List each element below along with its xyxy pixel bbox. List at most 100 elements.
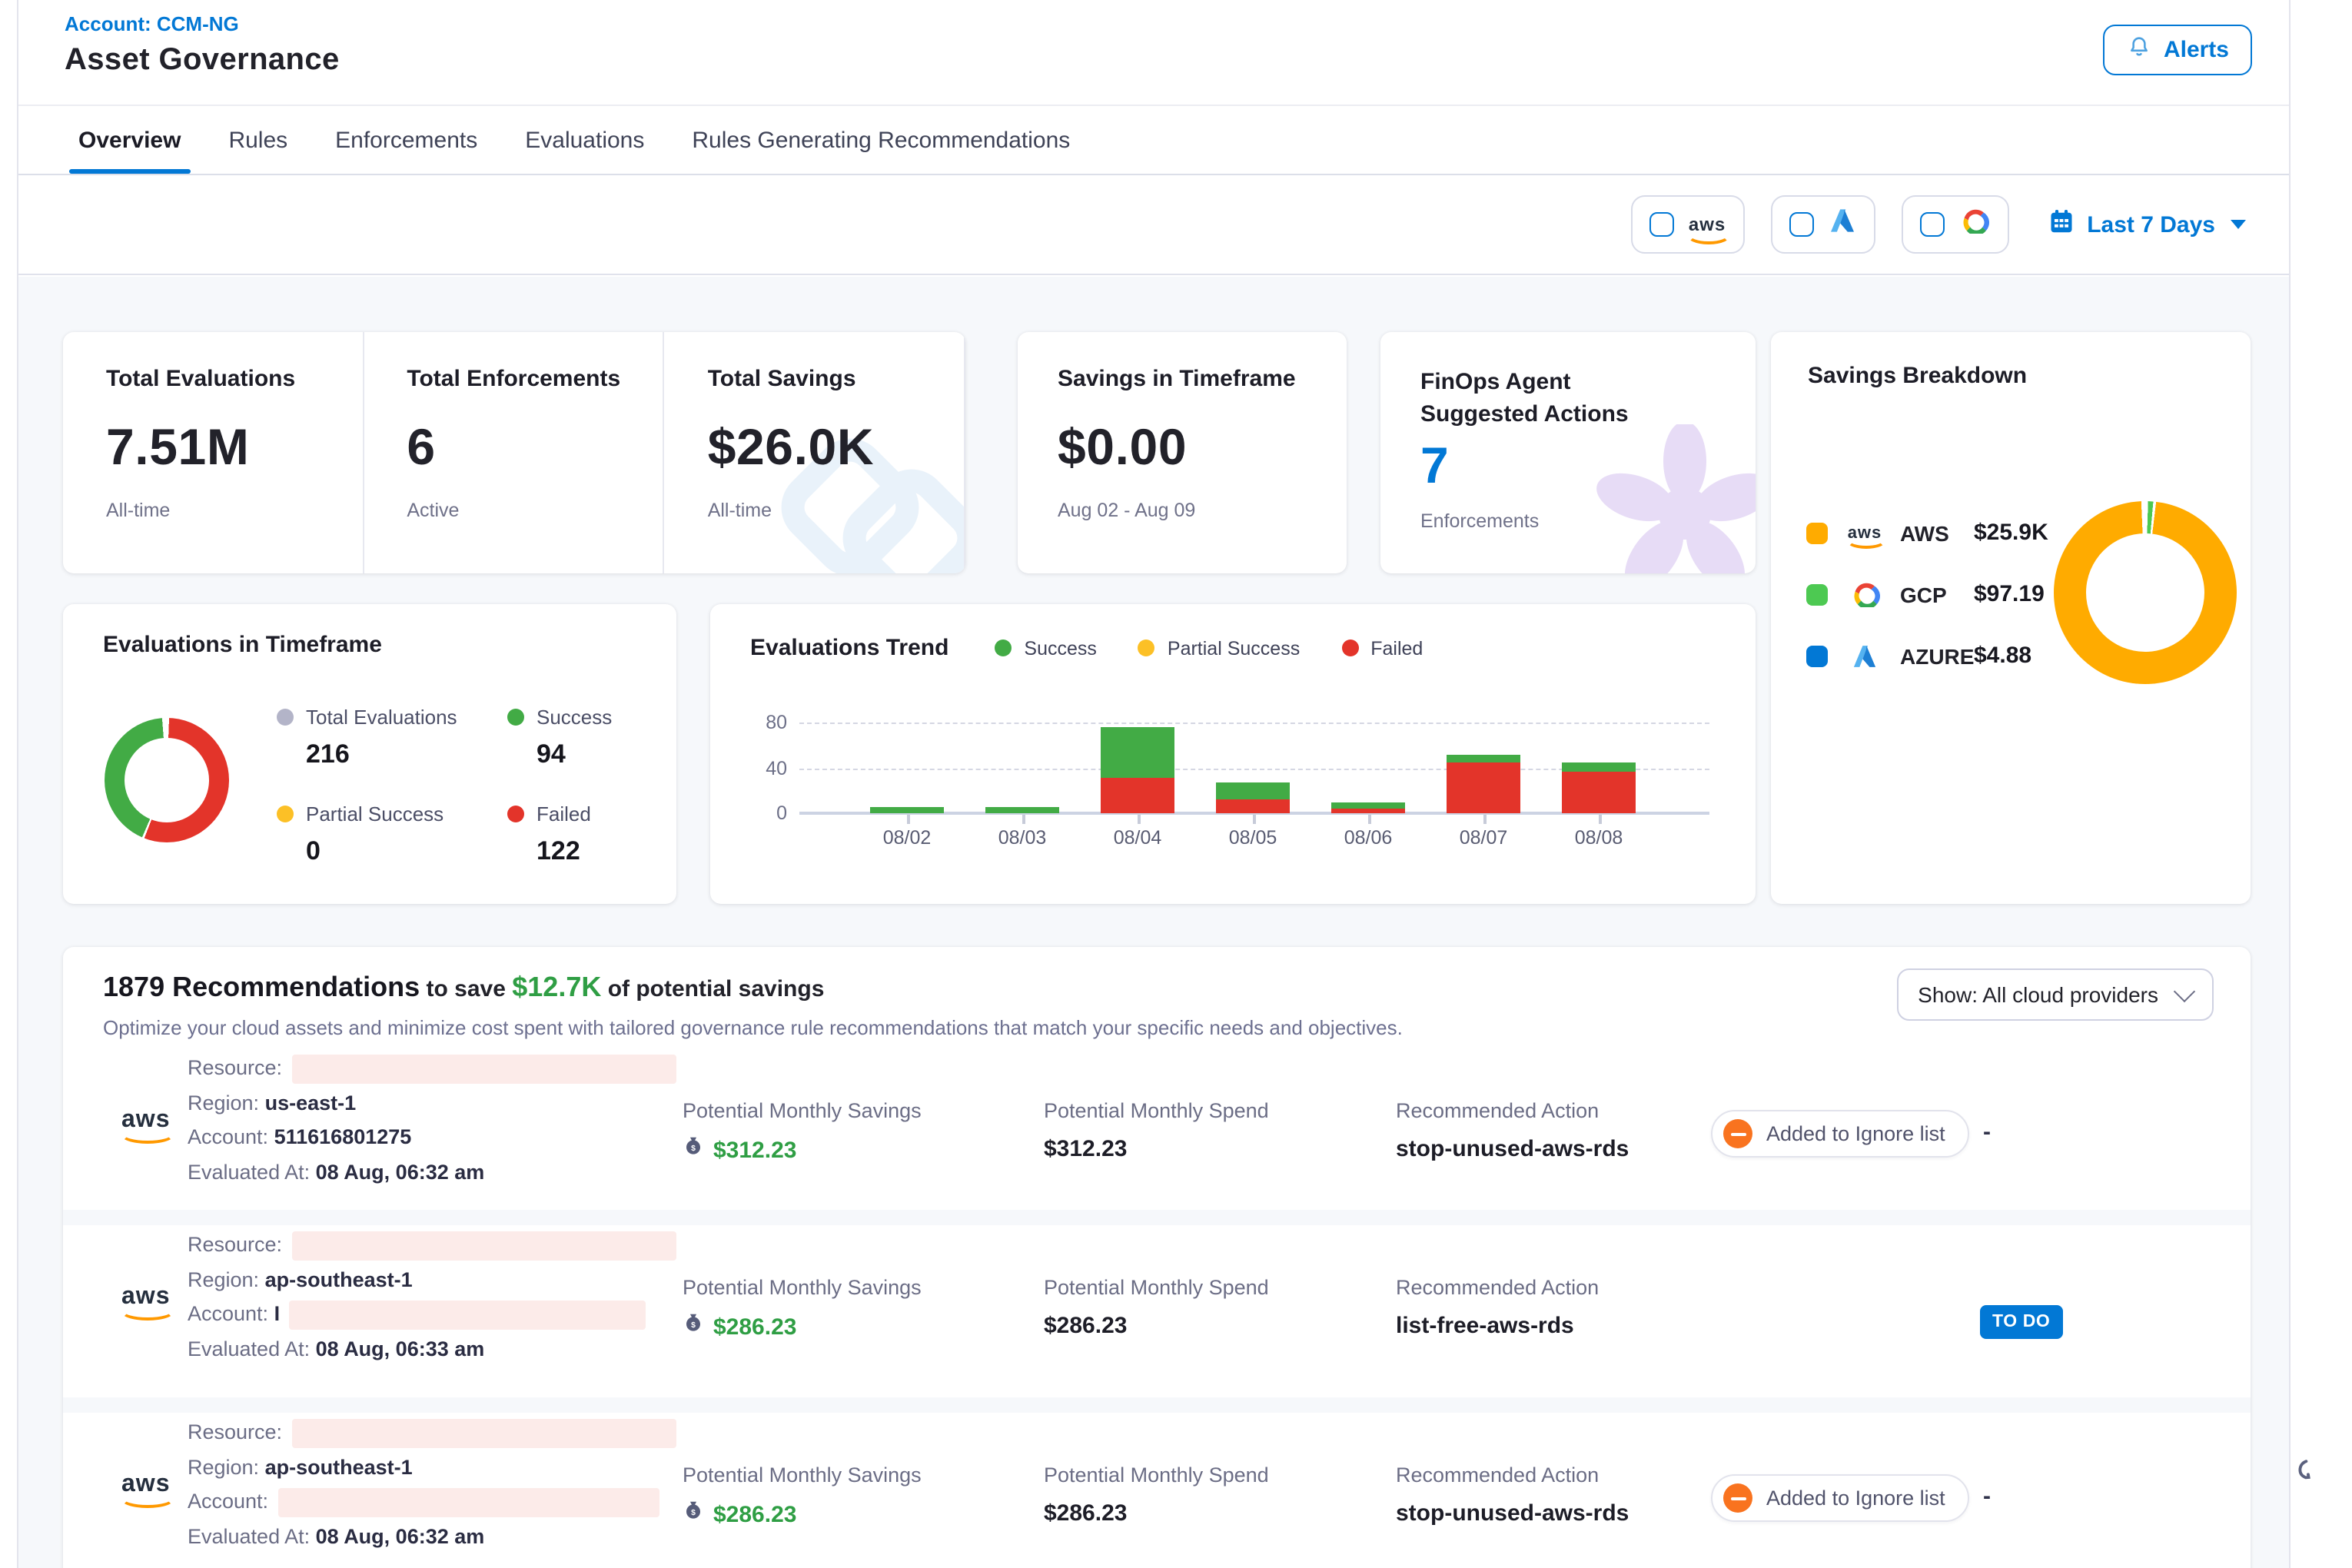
stat-value: $26.0K: [708, 418, 964, 477]
x-tick: [1253, 815, 1255, 824]
legend-value: 122: [537, 836, 707, 867]
x-tick-label: 08/07: [1430, 827, 1537, 849]
cloud-provider-filter-dropdown[interactable]: Show: All cloud providers: [1896, 968, 2214, 1021]
action-value: stop-unused-aws-rds: [1396, 1136, 1629, 1162]
tab-rules-generating-recommendations[interactable]: Rules Generating Recommendations: [692, 106, 1070, 174]
alerts-button-label: Alerts: [2164, 37, 2229, 63]
gcp-color-swatch: [1806, 583, 1828, 605]
provider-filter-azure[interactable]: [1770, 195, 1875, 254]
legend-value: 216: [306, 739, 477, 770]
row-divider: [63, 1210, 2251, 1225]
bar-segment-success: [870, 808, 944, 813]
card-title: Evaluations in Timeframe: [103, 632, 382, 658]
recommendation-row[interactable]: aws Resource: Region: ap-southeast-1 Acc…: [63, 1413, 2251, 1568]
evaluations-trend-card: Evaluations Trend Success Partial Succes…: [710, 604, 1756, 904]
savings-breakdown-donut-chart: [2054, 501, 2237, 684]
account-value: I: [274, 1302, 281, 1325]
azure-checkbox[interactable]: [1789, 212, 1813, 237]
potential-monthly-savings: Potential Monthly Savings $$286.23: [683, 1276, 922, 1342]
evaluated-value: 08 Aug, 06:32 am: [316, 1160, 485, 1183]
resource-details: Resource: Region: ap-southeast-1 Account…: [188, 1416, 676, 1554]
legend-label: GCP: [1900, 582, 1974, 606]
stat-caption: All-time: [708, 500, 964, 521]
azure-color-swatch: [1806, 645, 1828, 666]
partial-edit-icon[interactable]: [2295, 1457, 2320, 1493]
region-value: ap-southeast-1: [265, 1455, 413, 1478]
tab-enforcements[interactable]: Enforcements: [335, 106, 477, 174]
ignore-list-status-pill[interactable]: Added to Ignore list: [1711, 1474, 1970, 1522]
stat-caption: All-time: [106, 500, 362, 521]
potential-monthly-spend: Potential Monthly Spend $286.23: [1044, 1276, 1269, 1339]
legend-item-success: Success 94: [507, 706, 707, 770]
status-label: Added to Ignore list: [1766, 1487, 1945, 1510]
x-tick: [1368, 815, 1370, 824]
stacked-bar: [1447, 754, 1520, 813]
stat-caption: Active: [407, 500, 663, 521]
trend-bar-chart: [799, 723, 1709, 813]
legend-item-partial: Partial Success 0: [277, 802, 477, 867]
gcp-checkbox[interactable]: [1919, 212, 1944, 237]
assignee-placeholder: -: [1983, 1483, 1991, 1510]
date-range-selector[interactable]: Last 7 Days: [2047, 208, 2246, 241]
recommendation-row[interactable]: aws Resource: Region: us-east-1 Account:…: [63, 1048, 2251, 1210]
legend-label: Success: [537, 706, 612, 729]
x-tick-label: 08/03: [968, 827, 1076, 849]
redacted-account: [277, 1488, 659, 1517]
x-tick: [1599, 815, 1601, 824]
aws-checkbox[interactable]: [1650, 212, 1675, 237]
tab-evaluations[interactable]: Evaluations: [525, 106, 644, 174]
dropdown-value: Show: All cloud providers: [1918, 982, 2158, 1007]
stat-total-enforcements: Total Enforcements 6 Active: [364, 332, 664, 573]
evaluations-timeframe-card: Evaluations in Timeframe Total Evaluatio…: [63, 604, 676, 904]
redacted-resource: [291, 1419, 676, 1448]
legend-value: $25.9K: [1974, 520, 2048, 546]
x-tick: [1138, 815, 1140, 824]
account-value: 511616801275: [274, 1125, 412, 1148]
bar-segment-failed: [1447, 762, 1520, 813]
recommended-action: Recommended Action stop-unused-aws-rds: [1396, 1463, 1629, 1526]
legend-value: 94: [537, 739, 707, 770]
legend-item-azure: AZURE $4.88: [1806, 643, 2048, 669]
potential-monthly-spend: Potential Monthly Spend $286.23: [1044, 1463, 1269, 1526]
calendar-icon: [2047, 208, 2075, 241]
evaluations-donut-chart: [105, 718, 229, 842]
potential-monthly-savings: Potential Monthly Savings $$286.23: [683, 1463, 922, 1530]
bar-segment-success: [1562, 762, 1636, 772]
money-bag-icon: $: [683, 1313, 704, 1342]
evaluated-value: 08 Aug, 06:32 am: [316, 1524, 485, 1547]
azure-logo-icon: [1827, 208, 1856, 241]
stat-value: 7.51M: [106, 418, 362, 477]
x-tick-label: 08/06: [1314, 827, 1422, 849]
aws-logo-icon: aws: [121, 1471, 171, 1499]
provider-filter-gcp[interactable]: [1901, 195, 2008, 254]
account-breadcrumb-link[interactable]: Account: CCM-NG: [65, 12, 239, 35]
x-tick: [1022, 815, 1025, 824]
chevron-down-icon: [2174, 981, 2195, 1002]
recommendation-row[interactable]: aws Resource: Region: ap-southeast-1 Acc…: [63, 1225, 2251, 1397]
recommendations-title: 1879 Recommendations to save $12.7K of p…: [103, 972, 2211, 1004]
spend-value: $286.23: [1044, 1500, 1269, 1526]
legend-label: Total Evaluations: [306, 706, 457, 729]
bell-icon: [2127, 34, 2153, 66]
x-tick-label: 08/02: [853, 827, 961, 849]
app-window: Account: CCM-NG Asset Governance Alerts …: [0, 0, 2352, 1568]
resource-details: Resource: Region: ap-southeast-1 Account…: [188, 1228, 676, 1367]
ignore-list-status-pill[interactable]: Added to Ignore list: [1711, 1110, 1970, 1158]
tab-overview[interactable]: Overview: [78, 106, 181, 174]
legend-item-total: Total Evaluations 216: [277, 706, 477, 770]
savings-value: $286.23: [713, 1314, 796, 1340]
stacked-bar: [1216, 782, 1290, 813]
bar-segment-success: [1216, 782, 1290, 799]
provider-filter-aws[interactable]: aws: [1632, 195, 1744, 254]
minus-circle-icon: [1723, 1483, 1752, 1513]
savings-breakdown-legend: aws AWS $25.9K GCP $97.19 AZURE: [1806, 520, 2048, 704]
todo-badge[interactable]: TO DO: [1980, 1305, 2062, 1339]
bar-segment-failed: [1331, 809, 1405, 813]
x-tick-label: 08/08: [1545, 827, 1653, 849]
alerts-button[interactable]: Alerts: [2104, 25, 2252, 75]
assignee-placeholder: -: [1983, 1119, 1991, 1145]
legend-value: $4.88: [1974, 643, 2031, 669]
trend-header: Evaluations Trend Success Partial Succes…: [750, 635, 1464, 661]
tab-rules[interactable]: Rules: [228, 106, 287, 174]
y-tick-label: 80: [738, 712, 787, 733]
